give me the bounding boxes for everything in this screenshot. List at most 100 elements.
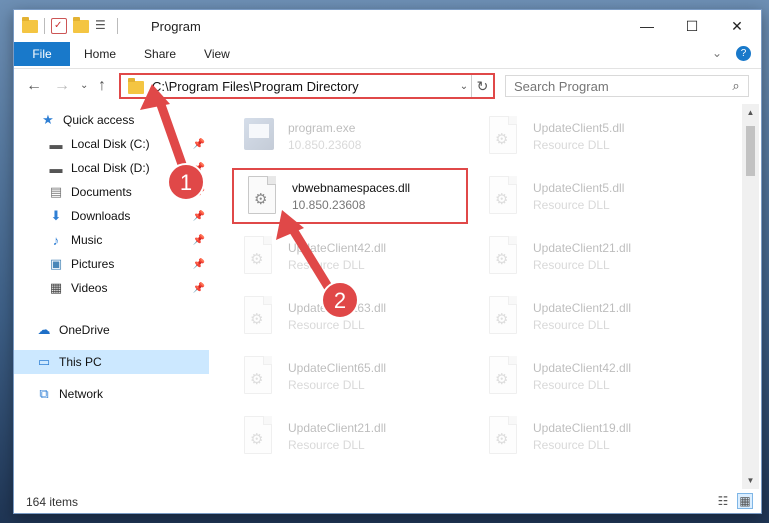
sidebar-item-quick-access[interactable]: ★ Quick access (14, 108, 209, 132)
close-button[interactable]: ✕ (714, 10, 760, 42)
scroll-thumb[interactable] (746, 126, 755, 176)
drive-icon: ▬ (49, 160, 63, 176)
file-description: Resource DLL (533, 257, 610, 272)
pin-icon[interactable]: 📌 (193, 259, 205, 270)
sidebar-item-label: Music (71, 233, 103, 247)
forward-icon[interactable]: → (54, 77, 70, 95)
tab-file[interactable]: File (14, 42, 70, 66)
file-description: Resource DLL (288, 437, 365, 452)
file-name: UpdateClient5.dll (533, 120, 625, 135)
folder-icon (128, 78, 144, 94)
item-count: 164 items (26, 494, 79, 509)
download-icon: ⬇ (50, 208, 62, 223)
file-item[interactable]: ⚙ UpdateClient5.dll Resource DLL (475, 168, 715, 224)
search-box[interactable]: ⌕ (505, 75, 749, 97)
pin-icon[interactable]: 📌 (193, 235, 205, 246)
tab-home[interactable]: Home (70, 42, 130, 66)
sidebar-item-onedrive[interactable]: ☁ OneDrive (14, 318, 209, 342)
pin-icon[interactable]: 📌 (193, 139, 205, 150)
dll-file-icon: ⚙ (485, 236, 521, 276)
documents-icon: ▤ (49, 184, 63, 199)
address-dropdown-icon[interactable]: ⌄ (457, 81, 471, 92)
minimize-button[interactable]: — (624, 10, 670, 42)
file-item[interactable]: ⚙ UpdateClient21.dll Resource DLL (230, 408, 470, 464)
dll-file-icon: ⚙ (240, 236, 276, 276)
vertical-scrollbar[interactable]: ▲ ▼ (742, 104, 759, 489)
file-item[interactable]: ⚙ UpdateClient19.dll Resource DLL (475, 408, 715, 464)
scroll-down-icon[interactable]: ▼ (742, 472, 759, 489)
window-title: Program (151, 19, 201, 34)
file-name: UpdateClient42.dll (533, 360, 632, 375)
network-icon: ⧉ (39, 386, 49, 401)
back-icon[interactable]: ← (26, 77, 42, 95)
file-name: UpdateClient21.dll (288, 420, 387, 435)
file-item[interactable]: ⚙ UpdateClient65.dll Resource DLL (230, 348, 470, 404)
dll-file-icon: ⚙ (240, 296, 276, 336)
expand-ribbon-icon[interactable]: ⌄ (712, 46, 722, 61)
toolbar-divider (117, 18, 118, 34)
file-name: UpdateClient63.dll (288, 300, 387, 315)
address-path: C:\Program Files\Program Directory (152, 78, 359, 94)
view-switcher: ☷ ▦ (715, 493, 753, 509)
file-name: UpdateClient42.dll (288, 240, 387, 255)
dll-file-icon: ⚙ (485, 416, 521, 456)
file-description: Resource DLL (288, 377, 365, 392)
sidebar-item-label: Local Disk (C:) (71, 137, 150, 151)
pin-icon[interactable]: 📌 (193, 283, 205, 294)
file-description: 10.850.23608 (288, 137, 362, 152)
toolbar-divider (44, 18, 45, 34)
ribbon-controls: ⌄ ? (712, 46, 751, 61)
file-item[interactable]: ⚙ UpdateClient42.dll Resource DLL (230, 228, 470, 284)
file-name: UpdateClient19.dll (533, 420, 632, 435)
ribbon-tabs: File Home Share View (14, 42, 761, 66)
pin-icon[interactable]: 📌 (193, 187, 205, 198)
sidebar-item-videos[interactable]: ▦ Videos 📌 (14, 276, 209, 300)
customize-toolbar-icon[interactable]: ☰ (95, 18, 111, 34)
help-icon[interactable]: ? (736, 46, 751, 61)
file-item[interactable]: ⚙ UpdateClient21.dll Resource DLL (475, 288, 715, 344)
file-description: Resource DLL (533, 137, 610, 152)
quick-access-toolbar: ✓ ☰ (22, 16, 118, 34)
star-icon: ★ (42, 112, 54, 127)
address-bar[interactable]: C:\Program Files\Program Directory ⌄ ↻ (119, 73, 495, 99)
file-description: Resource DLL (533, 437, 610, 452)
sidebar-item-network[interactable]: ⧉ Network (14, 382, 209, 406)
file-item-highlighted[interactable]: ⚙ vbwebnamespaces.dll 10.850.23608 (232, 168, 468, 224)
file-item[interactable]: ⚙ UpdateClient21.dll Resource DLL (475, 228, 715, 284)
recent-locations-icon[interactable]: ⌄ (80, 80, 88, 91)
scroll-up-icon[interactable]: ▲ (742, 104, 759, 121)
file-description: Resource DLL (533, 197, 610, 212)
sidebar-item-label: Videos (71, 281, 108, 295)
dll-file-icon: ⚙ (240, 416, 276, 456)
sidebar-item-pictures[interactable]: ▣ Pictures 📌 (14, 252, 209, 276)
sidebar-item-music[interactable]: ♪ Music 📌 (14, 228, 209, 252)
maximize-button[interactable]: ☐ (669, 10, 715, 42)
properties-icon[interactable]: ✓ (51, 18, 67, 34)
new-folder-icon[interactable] (73, 16, 89, 33)
file-item[interactable]: ⚙ UpdateClient5.dll Resource DLL (475, 108, 715, 164)
file-item[interactable]: ⚙ UpdateClient63.dll Resource DLL (230, 288, 470, 344)
dll-file-icon: ⚙ (240, 356, 276, 396)
sidebar-item-this-pc[interactable]: ▭ This PC (14, 350, 209, 374)
sidebar-item-label: This PC (59, 355, 102, 369)
drive-icon: ▬ (49, 136, 63, 152)
file-item[interactable]: program.exe 10.850.23608 (230, 108, 470, 164)
sidebar-item-local-disk-d[interactable]: ▬ Local Disk (D:) 📌 (14, 156, 209, 180)
tab-share[interactable]: Share (130, 42, 190, 66)
pin-icon[interactable]: 📌 (193, 163, 205, 174)
sidebar-item-label: Local Disk (D:) (71, 161, 150, 175)
sidebar-item-documents[interactable]: ▤ Documents 📌 (14, 180, 209, 204)
sidebar-item-downloads[interactable]: ⬇ Downloads 📌 (14, 204, 209, 228)
file-item[interactable]: ⚙ UpdateClient42.dll Resource DLL (475, 348, 715, 404)
pin-icon[interactable]: 📌 (193, 211, 205, 222)
tiles-view-icon[interactable]: ▦ (737, 493, 753, 509)
details-view-icon[interactable]: ☷ (715, 493, 731, 509)
explorer-window: ✓ ☰ Program — ☐ ✕ File Home Share View ⌄… (13, 9, 762, 514)
sidebar-item-label: Pictures (71, 257, 115, 271)
tab-view[interactable]: View (190, 42, 244, 66)
refresh-icon[interactable]: ↻ (471, 75, 493, 97)
sidebar-item-local-disk-c[interactable]: ▬ Local Disk (C:) 📌 (14, 132, 209, 156)
sidebar-item-label: Documents (71, 185, 132, 199)
up-icon[interactable]: ↑ (98, 77, 106, 95)
search-input[interactable] (514, 78, 724, 94)
